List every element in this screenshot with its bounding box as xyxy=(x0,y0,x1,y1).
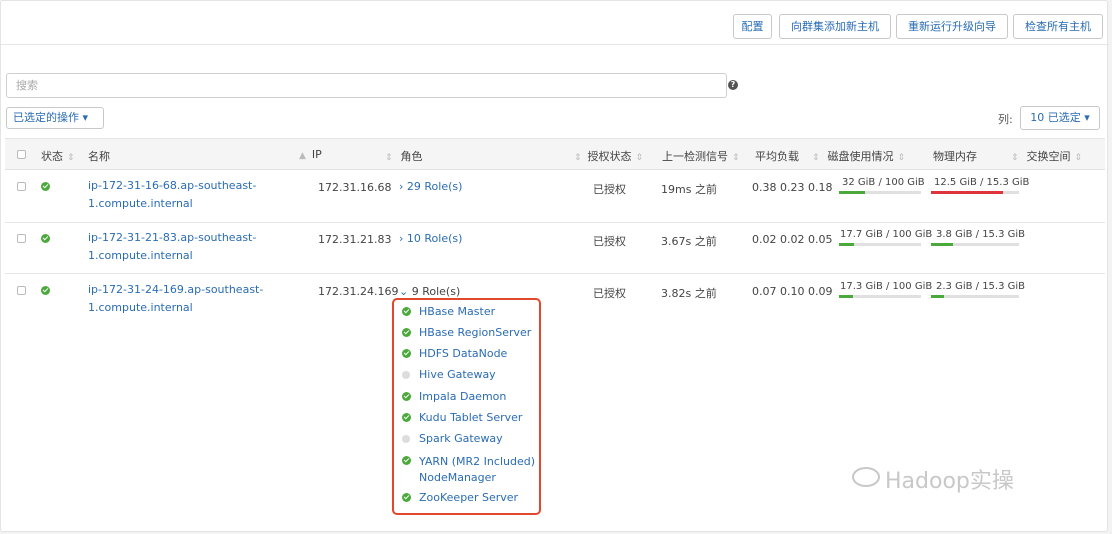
memory-text: 3.8 GiB / 15.3 GiB xyxy=(936,229,1026,240)
select-all-checkbox[interactable] xyxy=(17,150,26,159)
header-auth[interactable]: ⇕ 授权状态 ⇕ xyxy=(574,148,643,164)
selected-actions-dropdown[interactable]: 已选定的操作 ▾ xyxy=(6,107,104,129)
memory-bar xyxy=(931,243,1019,246)
row-divider xyxy=(5,222,1105,223)
row-divider xyxy=(5,273,1105,274)
role-link[interactable]: Kudu Tablet Server xyxy=(419,411,522,424)
heartbeat: 3.82s 之前 xyxy=(661,287,717,300)
columns-label: 列: xyxy=(998,113,1013,126)
toolbar: 配置 向群集添加新主机 重新运行升级向导 检查所有主机 xyxy=(1,1,1109,45)
status-ok-icon xyxy=(41,286,50,295)
row-checkbox[interactable] xyxy=(17,182,26,191)
hosts-panel: 配置 向群集添加新主机 重新运行升级向导 检查所有主机 搜索 ? 已选定的操作 … xyxy=(0,0,1109,532)
row-checkbox[interactable] xyxy=(17,286,26,295)
header-status[interactable]: 状态 ⇕ xyxy=(41,148,75,164)
inspect-all-hosts-button[interactable]: 检查所有主机 xyxy=(1013,14,1103,39)
auth-status: 已授权 xyxy=(593,287,626,300)
role-status-none-icon xyxy=(402,371,410,379)
auth-status: 已授权 xyxy=(593,183,626,196)
config-button[interactable]: 配置 xyxy=(733,14,772,39)
memory-bar xyxy=(931,191,1019,194)
role-status-ok-icon xyxy=(402,413,411,422)
disk-usage-text: 32 GiB / 100 GiB xyxy=(842,177,925,188)
host-ip: 172.31.21.83 xyxy=(318,233,392,246)
memory-bar xyxy=(931,295,1019,298)
header-memory[interactable]: 物理内存 xyxy=(933,148,977,164)
host-name-link[interactable]: ip-172-31-16-68.ap-southeast- 1.compute.i… xyxy=(88,177,256,213)
disk-usage-bar xyxy=(839,295,921,298)
role-link[interactable]: HBase Master xyxy=(419,305,495,318)
roles-toggle[interactable]: ⌄ 9 Role(s) xyxy=(399,285,460,298)
chevron-down-icon: ⌄ xyxy=(399,285,412,298)
role-status-ok-icon xyxy=(402,493,411,502)
role-status-ok-icon xyxy=(402,307,411,316)
role-link[interactable]: HBase RegionServer xyxy=(419,326,531,339)
roles-toggle[interactable]: › 10 Role(s) xyxy=(399,230,462,248)
header-heartbeat[interactable]: 上一检测信号 ⇕ xyxy=(662,148,740,164)
role-link[interactable]: Hive Gateway xyxy=(419,368,496,381)
host-ip: 172.31.24.169 xyxy=(318,285,399,298)
row-checkbox[interactable] xyxy=(17,234,26,243)
role-status-ok-icon xyxy=(402,328,411,337)
header-roles[interactable]: ⇕ 角色 xyxy=(385,148,423,164)
role-status-ok-icon xyxy=(402,349,411,358)
load-average: 0.02 0.02 0.05 xyxy=(752,233,833,246)
memory-text: 12.5 GiB / 15.3 GiB xyxy=(934,177,1030,188)
header-ip[interactable]: ▲ IP xyxy=(299,148,322,161)
role-link[interactable]: Impala Daemon xyxy=(419,390,506,403)
header-swap[interactable]: ⇕ 交换空间 ⇕ xyxy=(1011,148,1082,164)
status-ok-icon xyxy=(41,234,50,243)
role-status-ok-icon xyxy=(402,392,411,401)
chevron-right-icon: › xyxy=(399,180,407,193)
watermark: Hadoop实操 xyxy=(885,469,1014,494)
role-link[interactable]: YARN (MR2 Included) NodeManager xyxy=(419,454,535,486)
header-load[interactable]: 平均负载 xyxy=(755,148,799,164)
load-average: 0.07 0.10 0.09 xyxy=(752,285,833,298)
role-status-ok-icon xyxy=(402,456,411,465)
help-icon[interactable]: ? xyxy=(728,80,738,90)
disk-usage-text: 17.3 GiB / 100 GiB xyxy=(840,281,933,292)
rerun-upgrade-wizard-button[interactable]: 重新运行升级向导 xyxy=(896,14,1008,39)
header-name[interactable]: 名称 xyxy=(88,148,110,164)
chevron-right-icon: › xyxy=(399,232,407,245)
role-link[interactable]: HDFS DataNode xyxy=(419,347,507,360)
role-link[interactable]: ZooKeeper Server xyxy=(419,491,518,504)
load-average: 0.38 0.23 0.18 xyxy=(752,181,833,194)
host-name-link[interactable]: ip-172-31-24-169.ap-southeast- 1.compute.… xyxy=(88,281,263,317)
wechat-watermark-icon xyxy=(852,467,880,487)
memory-text: 2.3 GiB / 15.3 GiB xyxy=(936,281,1026,292)
columns-dropdown[interactable]: 10 已选定 ▾ xyxy=(1020,106,1100,130)
role-status-none-icon xyxy=(402,435,410,443)
heartbeat: 3.67s 之前 xyxy=(661,235,717,248)
table-header: 状态 ⇕ 名称 ▲ IP ⇕ 角色 ⇕ 授权状态 ⇕ 上一检测信号 ⇕ 平均负载 ⇕ 磁盘使用… xyxy=(5,138,1105,170)
roles-toggle[interactable]: › 29 Role(s) xyxy=(399,178,462,196)
status-ok-icon xyxy=(41,182,50,191)
header-disk[interactable]: ⇕ 磁盘使用情况 ⇕ xyxy=(812,148,905,164)
host-name-link[interactable]: ip-172-31-21-83.ap-southeast- 1.compute.i… xyxy=(88,229,256,265)
auth-status: 已授权 xyxy=(593,235,626,248)
search-input[interactable]: 搜索 xyxy=(6,73,727,98)
add-host-button[interactable]: 向群集添加新主机 xyxy=(779,14,891,39)
host-ip: 172.31.16.68 xyxy=(318,181,392,194)
role-link[interactable]: Spark Gateway xyxy=(419,432,503,445)
disk-usage-bar xyxy=(839,191,921,194)
disk-usage-text: 17.7 GiB / 100 GiB xyxy=(840,229,933,240)
disk-usage-bar xyxy=(839,243,921,246)
heartbeat: 19ms 之前 xyxy=(661,183,717,196)
